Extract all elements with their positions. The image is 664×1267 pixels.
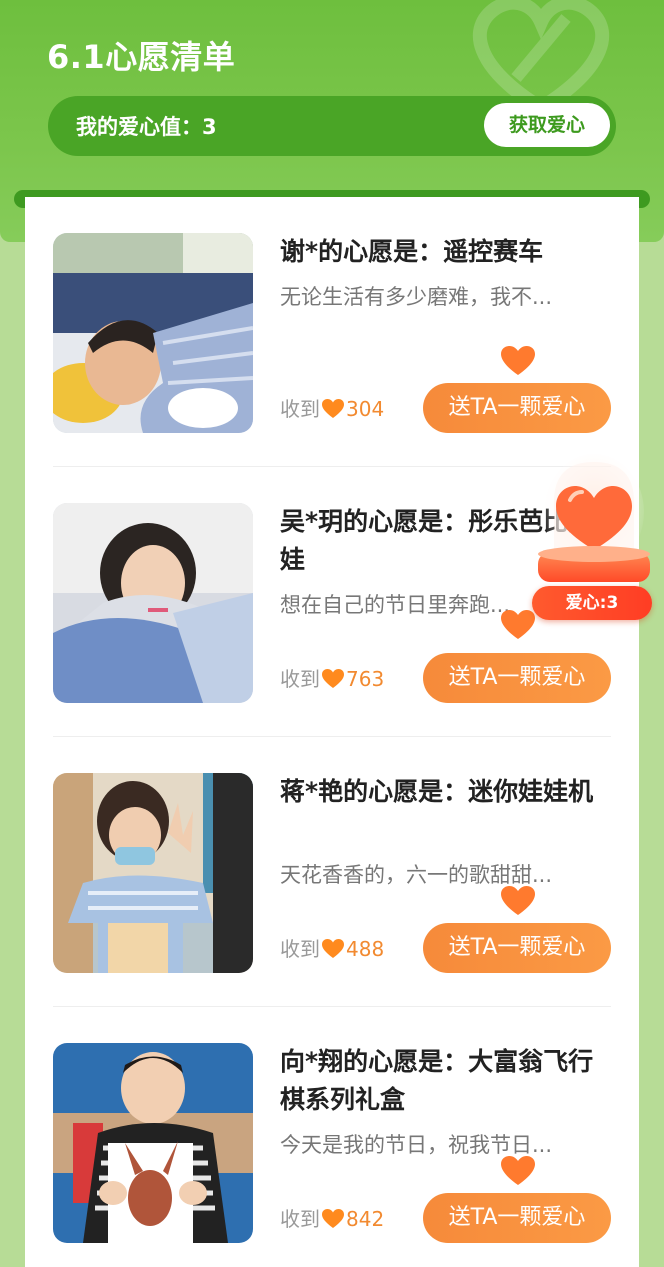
wish-description: 天花香香的，六一的歌甜甜... — [280, 863, 553, 887]
divider — [53, 736, 611, 737]
count-value: 842 — [346, 1207, 385, 1231]
received-label: 收到 — [280, 397, 320, 421]
send-love-button[interactable]: 送TA一颗爱心 — [423, 383, 611, 433]
count-value: 763 — [346, 667, 385, 691]
received-count: 收到 842 — [280, 1203, 384, 1232]
heart-icon — [501, 346, 535, 375]
received-label: 收到 — [280, 937, 320, 961]
love-jar-widget[interactable]: 爱心:3 — [530, 452, 658, 622]
wish-title: 向*翔的心愿是：大富翁飞行棋系列礼盒 — [280, 1047, 594, 1114]
child-photo — [53, 233, 253, 433]
received-count: 收到 304 — [280, 393, 384, 422]
wish-title: 谢*的心愿是：遥控赛车 — [280, 237, 544, 266]
divider — [53, 466, 611, 467]
divider — [53, 1006, 611, 1007]
send-love-button[interactable]: 送TA一颗爱心 — [423, 653, 611, 703]
love-count-label: 爱心:3 — [532, 586, 652, 620]
received-label: 收到 — [280, 667, 320, 691]
count-value: 304 — [346, 397, 385, 421]
wish-description: 今天是我的节日，祝我节日... — [280, 1133, 553, 1157]
wish-item[interactable]: 谢*的心愿是：遥控赛车 无论生活有多少磨难，我不... 收到 304 送TA一颗爱… — [53, 233, 613, 433]
love-value-label: 我的爱心值：3 — [76, 115, 217, 139]
heart-icon — [501, 886, 535, 915]
love-value-bar: 我的爱心值：3 获取爱心 — [48, 96, 616, 156]
wish-list-card: 谢*的心愿是：遥控赛车 无论生活有多少磨难，我不... 收到 304 送TA一颗爱… — [25, 197, 639, 1267]
heart-icon — [322, 399, 344, 418]
heart-icon — [322, 669, 344, 688]
received-count: 收到 488 — [280, 933, 384, 962]
wish-item[interactable]: 蒋*艳的心愿是：迷你娃娃机 天花香香的，六一的歌甜甜... 收到 488 送TA一… — [53, 773, 613, 973]
heart-icon — [322, 1209, 344, 1228]
child-photo — [53, 773, 253, 973]
count-value: 488 — [346, 937, 385, 961]
wish-item[interactable]: 吴*玥的心愿是：彤乐芭比娃娃 想在自己的节日里奔跑... 收到 763 送TA一颗… — [53, 503, 613, 703]
child-photo — [53, 1043, 253, 1243]
page-title: 6.1心愿清单 — [47, 38, 236, 76]
glass-heart-jar-icon — [538, 454, 650, 582]
get-love-button[interactable]: 获取爱心 — [484, 103, 610, 147]
wish-title: 蒋*艳的心愿是：迷你娃娃机 — [280, 777, 594, 806]
child-photo — [53, 503, 253, 703]
heart-icon — [501, 1156, 535, 1185]
received-count: 收到 763 — [280, 663, 384, 692]
send-love-button[interactable]: 送TA一颗爱心 — [423, 1193, 611, 1243]
received-label: 收到 — [280, 1207, 320, 1231]
wish-item[interactable]: 向*翔的心愿是：大富翁飞行棋系列礼盒 今天是我的节日，祝我节日... 收到 842… — [53, 1043, 613, 1243]
heart-icon — [322, 939, 344, 958]
wish-description: 无论生活有多少磨难，我不... — [280, 285, 553, 309]
send-love-button[interactable]: 送TA一颗爱心 — [423, 923, 611, 973]
